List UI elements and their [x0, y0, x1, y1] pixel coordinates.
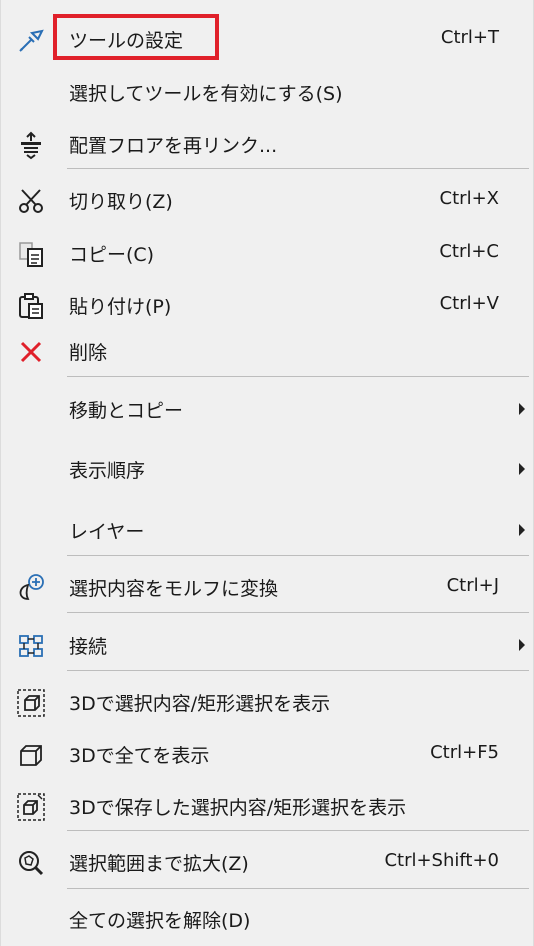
- menu-item-label: 移動とコピー: [69, 400, 184, 422]
- delete-x-icon: [15, 336, 47, 368]
- menu-item-show-saved-selection-3d[interactable]: 3Dで保存した選択内容/矩形選択を表示: [1, 781, 534, 831]
- menu-item-label: 削除: [69, 342, 108, 364]
- menu-item-label: 切り取り(Z): [69, 191, 173, 213]
- menu-item-connect[interactable]: 接続: [1, 620, 534, 670]
- menu-item-layers[interactable]: レイヤー: [1, 505, 534, 555]
- menu-item-label: 3Dで保存した選択内容/矩形選択を表示: [69, 797, 407, 819]
- menu-item-copy[interactable]: コピー(C) Ctrl+C: [1, 228, 534, 278]
- floor-relink-icon: [15, 129, 47, 161]
- menu-item-show-selection-3d[interactable]: 3Dで選択内容/矩形選択を表示: [1, 677, 534, 727]
- menu-item-select-activate-tool[interactable]: 選択してツールを有効にする(S): [1, 67, 534, 117]
- menu-item-delete[interactable]: 削除: [1, 326, 534, 376]
- menu-item-tool-settings[interactable]: ツールの設定 Ctrl+T: [1, 14, 534, 64]
- paste-icon: [15, 290, 47, 322]
- menu-item-label: 接続: [69, 636, 108, 658]
- menu-item-relink-floor[interactable]: 配置フロアを再リンク...: [1, 119, 534, 169]
- morph-convert-icon: [15, 572, 47, 604]
- menu-item-label: 選択範囲まで拡大(Z): [69, 853, 249, 875]
- submenu-arrow-icon: [519, 463, 525, 475]
- menu-separator: [67, 555, 529, 556]
- zoom-to-selection-icon: [15, 847, 47, 879]
- menu-item-label: 表示順序: [69, 460, 146, 482]
- submenu-arrow-icon: [519, 403, 525, 415]
- context-menu: ツールの設定 Ctrl+T 選択してツールを有効にする(S) 配置フロアを再リン…: [0, 0, 534, 946]
- menu-item-deselect-all[interactable]: 全ての選択を解除(D): [1, 894, 534, 944]
- menu-item-label: ツールの設定: [69, 30, 184, 52]
- menu-item-shortcut: Ctrl+C: [439, 241, 499, 262]
- menu-separator: [67, 670, 529, 671]
- menu-item-label: 選択してツールを有効にする(S): [69, 83, 343, 105]
- menu-item-shortcut: Ctrl+F5: [430, 742, 499, 763]
- menu-item-label: 全ての選択を解除(D): [69, 910, 251, 932]
- submenu-arrow-icon: [519, 524, 525, 536]
- scissors-icon: [15, 185, 47, 217]
- copy-icon: [15, 238, 47, 270]
- menu-item-label: 選択内容をモルフに変換: [69, 578, 279, 600]
- 3d-selection-icon: [15, 687, 47, 719]
- menu-item-move-and-copy[interactable]: 移動とコピー: [1, 384, 534, 434]
- pipette-tool-icon: [15, 24, 47, 56]
- menu-item-shortcut: Ctrl+V: [439, 293, 499, 314]
- submenu-arrow-icon: [519, 639, 525, 651]
- menu-item-label: 配置フロアを再リンク...: [69, 135, 278, 157]
- menu-separator: [67, 888, 529, 889]
- menu-item-shortcut: Ctrl+X: [439, 188, 499, 209]
- menu-separator: [67, 376, 529, 377]
- menu-item-shortcut: Ctrl+J: [446, 575, 499, 596]
- menu-item-label: 3Dで選択内容/矩形選択を表示: [69, 693, 331, 715]
- menu-item-zoom-to-selection[interactable]: 選択範囲まで拡大(Z) Ctrl+Shift+0: [1, 837, 534, 887]
- menu-separator: [67, 830, 529, 831]
- menu-item-display-order[interactable]: 表示順序: [1, 444, 534, 494]
- menu-item-label: 3Dで全てを表示: [69, 745, 210, 767]
- menu-item-convert-to-morph[interactable]: 選択内容をモルフに変換 Ctrl+J: [1, 562, 534, 612]
- connect-icon: [15, 630, 47, 662]
- menu-item-shortcut: Ctrl+T: [440, 27, 499, 48]
- menu-item-shortcut: Ctrl+Shift+0: [384, 850, 499, 871]
- menu-item-show-all-3d[interactable]: 3Dで全てを表示 Ctrl+F5: [1, 729, 534, 779]
- menu-item-label: 貼り付け(P): [69, 296, 172, 318]
- menu-separator: [67, 168, 529, 169]
- menu-separator: [67, 612, 529, 613]
- menu-item-label: レイヤー: [69, 521, 145, 543]
- 3d-all-icon: [15, 739, 47, 771]
- menu-item-cut[interactable]: 切り取り(Z) Ctrl+X: [1, 175, 534, 225]
- menu-item-paste[interactable]: 貼り付け(P) Ctrl+V: [1, 280, 534, 330]
- menu-item-label: コピー(C): [69, 244, 155, 266]
- 3d-saved-selection-icon: [15, 791, 47, 823]
